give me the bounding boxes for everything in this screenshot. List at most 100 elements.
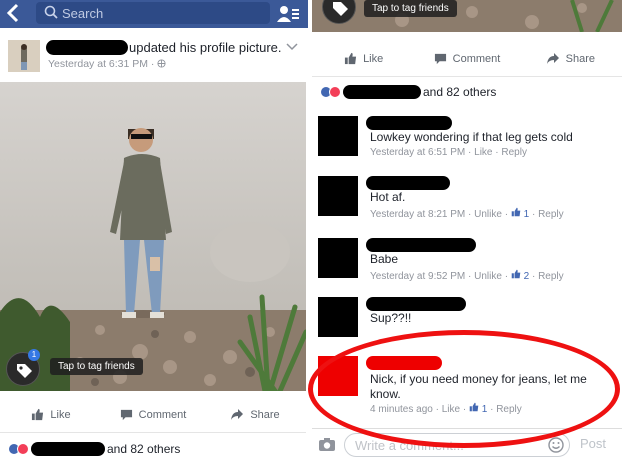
share-arrow-icon (231, 409, 244, 420)
friend-requests-button[interactable] (276, 4, 300, 24)
commenter-avatar[interactable] (318, 238, 358, 278)
camera-icon (319, 438, 335, 451)
chevron-down-icon (286, 43, 298, 51)
comment-like-link[interactable]: Unlike (474, 271, 502, 282)
camera-button[interactable] (318, 437, 336, 457)
comment-item: Lowkey wondering if that leg gets cold Y… (318, 116, 618, 164)
thumbs-up-icon (469, 402, 479, 412)
comment-meta: Yesterday at 9:52 PM · Unlike · 2 · Repl… (370, 269, 564, 282)
comment-item: Hot af. Yesterday at 8:21 PM · Unlike · … (318, 176, 618, 220)
right-screenshot: Tap to tag friends Like Comment Share an… (312, 0, 622, 461)
comment-time: Yesterday at 9:52 PM (370, 271, 466, 282)
emoji-button[interactable] (548, 437, 564, 458)
smiley-icon (548, 437, 564, 453)
commenter-avatar[interactable] (318, 356, 358, 396)
comment-text: Lowkey wondering if that leg gets cold (370, 130, 573, 144)
timestamp-text: Yesterday at 6:31 PM · (48, 58, 158, 70)
comment-like-count: 1 (481, 404, 488, 415)
left-screenshot: updated his profile picture. Yesterday a… (0, 0, 308, 461)
friends-icon (277, 6, 299, 22)
comment-like-link[interactable]: Unlike (474, 209, 502, 220)
reactions-summary[interactable]: and 82 others (320, 85, 496, 99)
post-comment-button[interactable]: Post (580, 436, 606, 451)
comment-reply-link[interactable]: Reply (538, 271, 564, 282)
search-input[interactable] (62, 4, 262, 22)
comment-item: Nick, if you need money for jeans, let m… (318, 356, 618, 415)
profile-photo[interactable]: 1 Tap to tag friends (0, 82, 306, 391)
commenter-avatar[interactable] (318, 176, 358, 216)
comment-text: Sup??!! (370, 311, 412, 325)
comment-icon (120, 409, 132, 421)
share-button[interactable]: Share (519, 52, 622, 65)
like-button[interactable]: Like (0, 408, 102, 421)
comment-time: Yesterday at 6:51 PM (370, 147, 466, 158)
comment-time: 4 minutes ago (370, 404, 433, 415)
commenter-avatar[interactable] (318, 116, 358, 156)
comment-text: Nick, if you need money for jeans, let m… (370, 372, 587, 401)
globe-icon (157, 59, 166, 68)
share-label: Share (250, 408, 280, 421)
photo-strip: Tap to tag friends (312, 0, 622, 32)
love-reaction-icon (17, 443, 29, 455)
comment-text: Hot af. (370, 190, 406, 204)
commenter-avatar[interactable] (318, 297, 358, 337)
reactions-count: and 82 others (107, 442, 181, 456)
tag-icon (333, 2, 348, 16)
like-button[interactable]: Like (312, 52, 415, 65)
share-button[interactable]: Share (204, 408, 306, 421)
redacted-reactor-name (31, 442, 105, 456)
comment-text: Babe (370, 252, 399, 266)
reactions-count: and 82 others (423, 85, 497, 99)
tag-friends-tooltip: Tap to tag friends (50, 358, 143, 375)
redacted-commenter-name (366, 297, 466, 311)
tag-friends-button[interactable] (322, 0, 356, 24)
like-label: Like (50, 408, 71, 421)
redacted-author-name (46, 40, 128, 55)
comment-composer: Post (312, 428, 622, 461)
post-timestamp: Yesterday at 6:31 PM · (48, 58, 166, 70)
comment-meta: Yesterday at 6:51 PM · Like · Reply (370, 147, 527, 158)
comment-reply-link[interactable]: Reply (538, 209, 564, 220)
comment-item: Sup??!! (318, 297, 618, 337)
thumbs-up-icon (511, 207, 521, 217)
post-title: updated his profile picture. (129, 40, 282, 55)
share-arrow-icon (546, 53, 559, 64)
redacted-reactor-name (343, 85, 421, 99)
back-button[interactable] (6, 3, 26, 25)
comment-icon (434, 53, 446, 65)
search-icon (44, 5, 58, 19)
redacted-commenter-name (366, 176, 450, 190)
redacted-commenter-name (366, 356, 442, 370)
tag-friends-tooltip: Tap to tag friends (364, 0, 457, 17)
like-label: Like (363, 52, 384, 65)
comment-like-count: 2 (523, 271, 530, 282)
post-options-chevron[interactable] (286, 40, 298, 54)
comment-button[interactable]: Comment (102, 408, 204, 421)
comment-time: Yesterday at 8:21 PM (370, 209, 466, 220)
comment-like-count: 1 (523, 209, 530, 220)
comment-label: Comment (452, 52, 501, 65)
comment-meta: Yesterday at 8:21 PM · Unlike · 1 · Repl… (370, 207, 564, 220)
redacted-commenter-name (366, 238, 476, 252)
thumbs-up-icon (32, 408, 44, 421)
post-action-bar: Like Comment Share (312, 41, 622, 77)
top-nav-bar (0, 0, 308, 28)
thumbs-up-icon (511, 269, 521, 279)
comment-like-link[interactable]: Like (442, 404, 460, 415)
love-reaction-icon (329, 86, 341, 98)
comment-meta: 4 minutes ago · Like · 1 · Reply (370, 402, 522, 415)
tag-count-badge: 1 (28, 349, 40, 361)
reactions-summary[interactable]: and 82 others (8, 442, 180, 456)
back-arrow-icon (6, 3, 19, 23)
comment-button[interactable]: Comment (415, 52, 518, 65)
author-avatar[interactable] (8, 40, 40, 72)
comment-reply-link[interactable]: Reply (501, 147, 527, 158)
comment-like-link[interactable]: Like (474, 147, 492, 158)
comment-input[interactable] (344, 433, 570, 457)
redacted-commenter-name (366, 116, 452, 130)
thumbs-up-icon (344, 52, 357, 65)
search-bar[interactable] (36, 2, 270, 24)
post-action-bar: Like Comment Share (0, 397, 306, 433)
comment-item: Babe Yesterday at 9:52 PM · Unlike · 2 ·… (318, 238, 618, 282)
comment-reply-link[interactable]: Reply (496, 404, 522, 415)
